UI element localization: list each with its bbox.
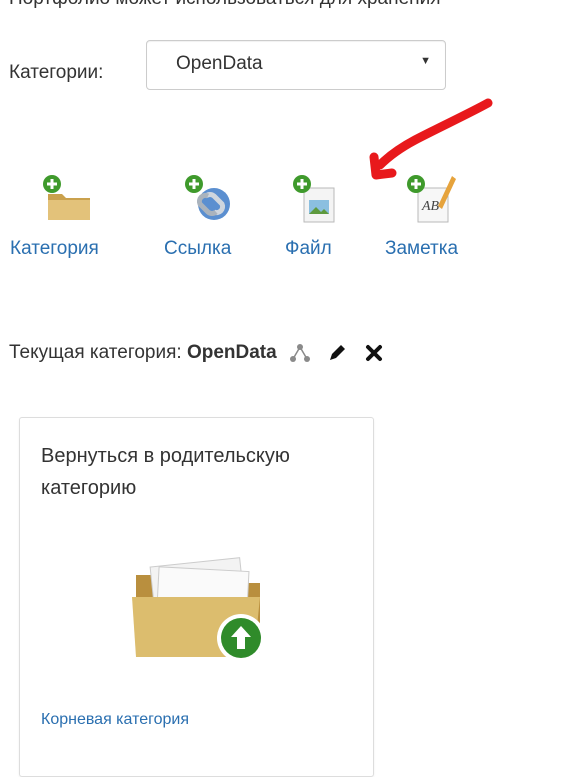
add-link-label[interactable]: Ссылка xyxy=(164,238,231,260)
parent-category-card[interactable]: Вернуться в родительскую категорию Корне… xyxy=(19,417,374,777)
pencil-icon[interactable] xyxy=(327,343,347,363)
category-select[interactable]: OpenData ▼ xyxy=(146,40,446,90)
add-link-icon xyxy=(185,175,230,220)
add-category-label[interactable]: Категория xyxy=(10,238,99,260)
add-file-label[interactable]: Файл xyxy=(285,238,332,260)
category-select-label: Категории: xyxy=(9,62,104,83)
svg-text:AB: AB xyxy=(421,199,440,214)
add-file-icon xyxy=(293,175,335,223)
share-icon[interactable] xyxy=(289,343,310,363)
category-select-value: OpenData xyxy=(176,53,263,74)
add-folder-icon xyxy=(43,175,90,220)
current-category-name: OpenData xyxy=(186,342,277,364)
chevron-down-icon: ▼ xyxy=(420,55,431,67)
add-note-label[interactable]: Заметка xyxy=(385,238,458,260)
folder-up-icon[interactable] xyxy=(130,553,280,663)
current-category: Текущая категория: OpenData xyxy=(9,342,395,364)
add-note-icon: AB xyxy=(407,175,456,223)
portfolio-intro-text: Портфолио может использоваться для хране… xyxy=(9,0,441,10)
root-category-link[interactable]: Корневая категория xyxy=(41,711,189,729)
close-icon[interactable] xyxy=(365,344,383,362)
parent-card-title: Вернуться в родительскую категорию xyxy=(41,445,290,499)
current-category-label: Текущая категория: xyxy=(9,342,182,364)
